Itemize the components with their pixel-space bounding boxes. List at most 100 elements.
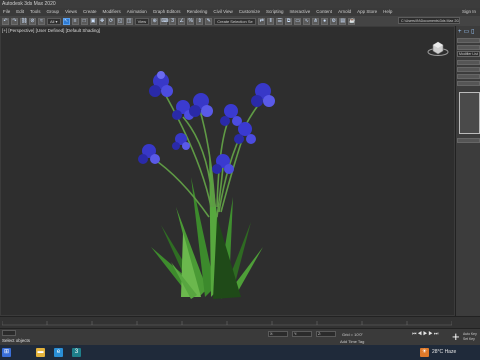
menu-item-edit[interactable]: Edit — [13, 8, 27, 16]
snaps-toggle-icon[interactable]: 3 — [169, 17, 177, 25]
render-setup-icon[interactable]: ⚙ — [330, 17, 338, 25]
start-icon[interactable]: ⊞ — [2, 348, 11, 357]
command-panel: +▭▯ Modifier List — [455, 26, 480, 316]
3ds-max-taskbar-icon[interactable]: 3 — [72, 348, 81, 357]
menu-item-graph-editors[interactable]: Graph Editors — [150, 8, 184, 16]
menu-item-civil-view[interactable]: Civil View — [210, 8, 235, 16]
window-crossing-icon[interactable]: ▣ — [89, 17, 97, 25]
auto-key-controls: Auto Key Set Key — [463, 332, 480, 342]
layer-explorer-icon[interactable]: ⧉ — [285, 17, 293, 25]
status-bar: Select objects X: Y: Z: Grid = 10'0" Add… — [0, 328, 480, 345]
set-key-plus-icon[interactable]: + — [452, 330, 460, 343]
menu-item-rendering[interactable]: Rendering — [184, 8, 211, 16]
modifier-button[interactable] — [457, 67, 480, 72]
rotate-icon[interactable]: ⟳ — [107, 17, 115, 25]
iris-flowers — [138, 71, 275, 174]
weather-temp: 28°C — [432, 349, 444, 355]
flower-7 — [138, 144, 160, 164]
edit-named-selection-icon[interactable]: ✎ — [205, 17, 213, 25]
flower-1 — [149, 71, 173, 97]
rendered-frame-window-icon[interactable]: ▤ — [339, 17, 347, 25]
command-panel-tabs[interactable]: +▭▯ — [458, 28, 476, 35]
unlink-icon[interactable]: ⊘ — [29, 17, 36, 25]
undo-icon[interactable]: ↶ — [2, 17, 9, 25]
ribbon-icon[interactable]: ▭ — [294, 17, 302, 25]
flower-9 — [172, 133, 190, 150]
menu-item-file[interactable]: File — [0, 8, 13, 16]
menu-bar: File Edit Tools Group Views Create Modifiers An… — [0, 8, 480, 16]
mirror-icon[interactable]: ⇄ — [258, 17, 266, 25]
schematic-view-icon[interactable]: ⋔ — [312, 17, 320, 25]
pivot-center-icon[interactable]: ⊕ — [151, 17, 159, 25]
bind-space-warp-icon[interactable]: ≈ — [38, 17, 45, 25]
select-object-icon[interactable]: ↖ — [62, 17, 70, 25]
spinner-snap-icon[interactable]: ⇕ — [196, 17, 204, 25]
menu-item-app-store[interactable]: App Store — [354, 8, 380, 16]
weather-desc: Haze — [444, 349, 457, 355]
weather-icon: ☀ — [420, 348, 429, 357]
stack-tools[interactable] — [457, 138, 480, 143]
maxscript-listener[interactable] — [2, 330, 16, 336]
perspective-viewport[interactable]: [+] [Perspective] [User Defined] [Defaul… — [0, 26, 455, 316]
placement-icon[interactable]: ◫ — [125, 17, 133, 25]
selection-filter-dropdown[interactable]: All ▾ — [47, 17, 61, 25]
coord-y-field[interactable]: Y: — [292, 331, 312, 337]
percent-snap-icon[interactable]: % — [187, 17, 195, 25]
edge-browser-icon[interactable]: e — [54, 348, 63, 357]
menu-item-tools[interactable]: Tools — [27, 8, 44, 16]
select-by-name-icon[interactable]: ≡ — [71, 17, 79, 25]
weather-readout: 28°C Haze — [432, 349, 456, 355]
reference-coordinate-dropdown[interactable]: View — [134, 17, 150, 25]
status-prompt: Select objects — [2, 338, 31, 343]
scale-icon[interactable]: ◱ — [116, 17, 124, 25]
modifier-button[interactable] — [457, 60, 480, 65]
modifier-button[interactable] — [457, 74, 480, 79]
object-color-swatch[interactable] — [457, 45, 480, 50]
menu-item-customize[interactable]: Customize — [236, 8, 263, 16]
align-icon[interactable]: ⫴ — [267, 17, 275, 25]
keyboard-shortcut-icon[interactable]: ⌨ — [160, 17, 168, 25]
coord-x-field[interactable]: X: — [268, 331, 288, 337]
viewcube-icon[interactable] — [427, 39, 449, 57]
curve-editor-icon[interactable]: ∿ — [303, 17, 311, 25]
move-icon[interactable]: ✥ — [98, 17, 106, 25]
modifier-list-dropdown[interactable]: Modifier List — [457, 51, 480, 57]
grid-size-label: Grid = 10'0" — [342, 332, 363, 337]
menu-item-arnold[interactable]: Arnold — [335, 8, 354, 16]
flower-4 — [220, 104, 242, 126]
redo-icon[interactable]: ↷ — [11, 17, 18, 25]
menu-item-group[interactable]: Group — [44, 8, 63, 16]
flower-5 — [251, 83, 275, 107]
add-time-tag-button[interactable]: Add Time Tag — [340, 339, 364, 344]
iris-plant-model[interactable] — [121, 47, 281, 307]
file-explorer-icon[interactable]: ▬ — [36, 348, 45, 357]
coord-z-field[interactable]: Z: — [316, 331, 336, 337]
playback-controls[interactable]: ⏮◀▶▶⏭ — [412, 331, 439, 337]
rectangular-selection-icon[interactable]: □ — [80, 17, 88, 25]
menu-item-interactive[interactable]: Interactive — [287, 8, 314, 16]
modifier-stack[interactable] — [459, 92, 480, 134]
menu-item-scripting[interactable]: Scripting — [263, 8, 287, 16]
named-selection-set-dropdown[interactable]: Create Selection Se — [214, 17, 257, 25]
menu-item-views[interactable]: Views — [62, 8, 80, 16]
timeline-ticks — [2, 321, 452, 326]
scene-explorer-icon[interactable]: ☰ — [276, 17, 284, 25]
windows-taskbar: ⊞ ▬ e 3 ☀ 28°C Haze — [0, 345, 480, 360]
menu-item-create[interactable]: Create — [80, 8, 100, 16]
angle-snap-icon[interactable]: ∠ — [178, 17, 186, 25]
set-key-button[interactable]: Set Key — [463, 337, 480, 342]
project-folder-path[interactable]: C:\Users\IN\Documents\3ds Max 2020 — [398, 17, 460, 24]
render-production-icon[interactable]: ☕ — [348, 17, 355, 25]
link-icon[interactable]: ⛓ — [20, 17, 27, 25]
menu-item-animation[interactable]: Animation — [124, 8, 150, 16]
menu-item-content[interactable]: Content — [313, 8, 335, 16]
window-title: Autodesk 3ds Max 2020 — [0, 0, 480, 8]
modifier-button[interactable] — [457, 81, 480, 86]
object-name-field[interactable] — [457, 38, 480, 43]
viewport-label[interactable]: [+] [Perspective] [User Defined] [Defaul… — [2, 28, 100, 33]
material-editor-icon[interactable]: ● — [321, 17, 329, 25]
menu-item-help[interactable]: Help — [380, 8, 395, 16]
time-slider[interactable] — [0, 316, 480, 328]
sign-in-button[interactable]: Sign In — [462, 8, 476, 16]
menu-item-modifiers[interactable]: Modifiers — [100, 8, 124, 16]
